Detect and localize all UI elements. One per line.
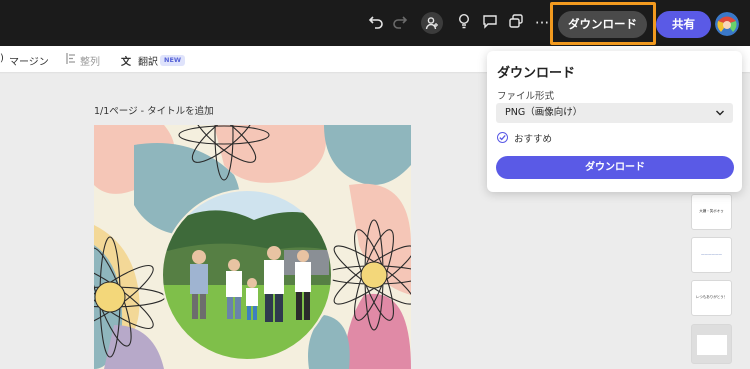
- margin-bracket-icon: ): [0, 53, 4, 64]
- new-badge: NEW: [160, 55, 186, 66]
- thumbnail-page[interactable]: ——————: [691, 237, 732, 273]
- thumbnail-page[interactable]: [691, 324, 732, 364]
- thumbnail-text: レつもありがとう！: [695, 295, 728, 299]
- thumbnail-page[interactable]: 大嫌・笑ポオゥ: [691, 194, 732, 230]
- file-format-label: ファイル形式: [497, 91, 555, 102]
- margin-button[interactable]: マージン: [9, 53, 49, 68]
- check-circle-icon: [497, 132, 508, 143]
- page-title[interactable]: 1/1ページ - タイトルを追加: [94, 103, 214, 117]
- file-format-select[interactable]: PNG（画像向け）: [496, 103, 733, 123]
- download-panel: ダウンロード ファイル形式 PNG（画像向け） おすすめ ダウンロード: [487, 51, 742, 192]
- align-icon: [66, 53, 76, 67]
- translate-icon: 文: [121, 57, 131, 68]
- thumbnail-text: 大嫌・笑ポオゥ: [699, 209, 724, 213]
- add-person-icon[interactable]: [421, 12, 443, 34]
- panel-download-button[interactable]: ダウンロード: [496, 156, 734, 179]
- more-icon[interactable]: ···: [532, 13, 552, 33]
- recommended-label: おすすめ: [514, 134, 553, 145]
- present-icon[interactable]: [506, 13, 526, 33]
- file-format-value: PNG（画像向け）: [505, 107, 583, 118]
- redo-icon[interactable]: [390, 13, 410, 33]
- share-button[interactable]: 共有: [656, 11, 711, 38]
- lightbulb-icon[interactable]: [454, 13, 474, 33]
- thumbnail-text: ——————: [701, 252, 722, 256]
- avatar[interactable]: [715, 12, 739, 36]
- thumbnail-page[interactable]: レつもありがとう！: [691, 280, 732, 316]
- highlight-frame: [550, 2, 656, 45]
- panel-title: ダウンロード: [497, 66, 576, 81]
- design-artwork-image[interactable]: [94, 125, 411, 369]
- thumbnail-blank: [696, 335, 727, 355]
- align-button[interactable]: 整列: [80, 53, 100, 68]
- chevron-down-icon: [715, 103, 725, 131]
- undo-icon[interactable]: [366, 13, 386, 33]
- top-bar: ··· ダウンロード 共有: [0, 0, 750, 46]
- translate-button[interactable]: 翻訳: [138, 53, 158, 68]
- comment-icon[interactable]: [480, 13, 500, 33]
